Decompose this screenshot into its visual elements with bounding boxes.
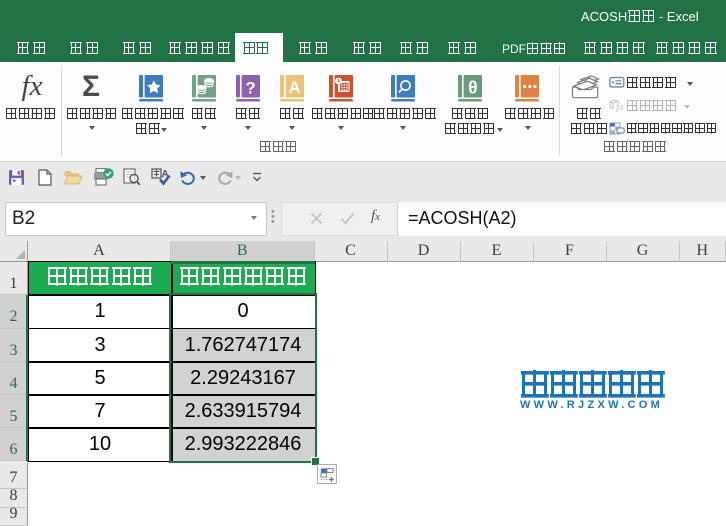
svg-text:?: ?: [245, 79, 255, 98]
svg-text:fx: fx: [616, 101, 624, 112]
svg-text:A: A: [289, 79, 301, 97]
svg-text:θ: θ: [468, 78, 477, 98]
